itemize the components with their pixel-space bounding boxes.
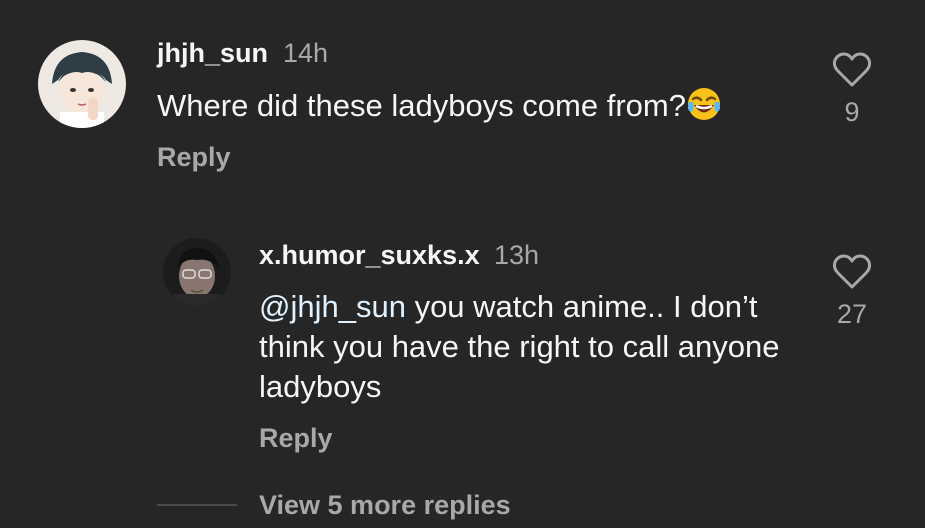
comment-text: @jhjh_sun you watch anime.. I don’t thin… [259, 287, 799, 407]
comment-text-content: Where did these ladyboys come from? [157, 88, 686, 123]
mention-link[interactable]: @jhjh_sun [259, 289, 406, 324]
like-count: 9 [844, 97, 860, 127]
comment-username[interactable]: jhjh_sun [157, 38, 268, 69]
like-button[interactable]: 27 [822, 254, 882, 330]
view-more-replies-button[interactable]: View 5 more replies [259, 490, 511, 521]
face-with-tears-of-joy-icon [686, 86, 722, 132]
replies-divider [157, 504, 237, 506]
comment-timestamp: 14h [283, 38, 329, 68]
comment-username[interactable]: x.humor_suxks.x [259, 240, 480, 271]
comment-text: Where did these ladyboys come from? [157, 86, 797, 132]
like-button[interactable]: 9 [822, 52, 882, 128]
avatar-anime-image [38, 40, 126, 128]
comment-timestamp: 13h [494, 240, 540, 270]
avatar-photo-image [163, 238, 231, 306]
like-count: 27 [836, 299, 868, 329]
reply-button[interactable]: Reply [157, 142, 231, 173]
reply-button[interactable]: Reply [259, 423, 333, 454]
comments-thread: jhjh_sun 14h Where did these ladyboys co… [0, 0, 925, 528]
avatar[interactable] [38, 40, 126, 128]
heart-outline-icon [832, 254, 872, 289]
heart-outline-icon [832, 52, 872, 87]
avatar[interactable] [163, 238, 231, 306]
